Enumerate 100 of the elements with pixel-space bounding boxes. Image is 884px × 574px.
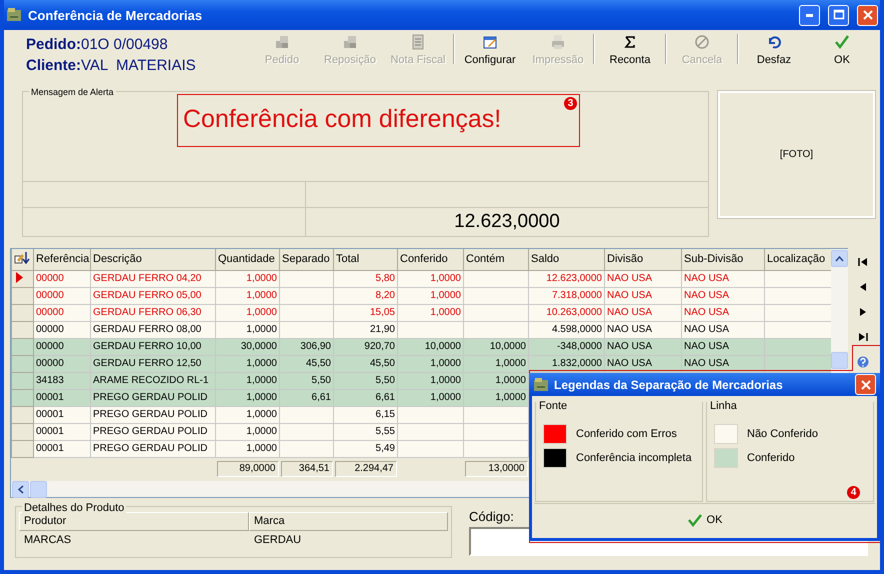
column-header[interactable]: Separado xyxy=(280,249,334,270)
table-cell: PREGO GERDAU POLID xyxy=(90,423,216,440)
table-cell: 1,0000 xyxy=(216,423,280,440)
group-label: Fonte xyxy=(539,400,568,412)
column-header[interactable]: Divisão xyxy=(604,249,682,270)
table-cell: 00000 xyxy=(34,321,90,338)
table-cell: 1,0000 xyxy=(216,440,280,457)
table-cell: NAO USA xyxy=(682,304,764,321)
table-cell: 5,80 xyxy=(334,270,398,287)
table-cell: 1,0000 xyxy=(398,270,464,287)
column-header[interactable]: Contém xyxy=(464,249,528,270)
table-cell: 6,61 xyxy=(334,389,398,406)
table-cell: 1,0000 xyxy=(216,270,280,287)
column-header[interactable]: Sub-Divisão xyxy=(682,249,764,270)
table-cell: 1,0000 xyxy=(216,321,280,338)
table-cell: GERDAU FERRO 12,50 xyxy=(90,355,216,372)
balance-value: 12.623,0000 xyxy=(453,210,561,234)
table-cell: 1,0000 xyxy=(216,355,280,372)
dialog-title: Legendas da Separação de Mercadorias xyxy=(554,378,784,392)
table-cell: NAO USA xyxy=(604,270,682,287)
column-header[interactable]: Referência xyxy=(34,249,90,270)
table-cell: NAO USA xyxy=(682,338,764,355)
legend-label: Não Conferido xyxy=(747,428,818,440)
table-cell: 4.598,0000 xyxy=(528,321,604,338)
table-cell: 1,0000 xyxy=(398,304,464,321)
table-cell: NAO USA xyxy=(604,338,682,355)
order-label: Pedido: xyxy=(26,36,81,53)
window-title: Conferência de Mercadorias xyxy=(28,8,204,22)
table-cell: 00001 xyxy=(34,389,90,406)
table-cell: NAO USA xyxy=(682,270,764,287)
table-cell: 306,90 xyxy=(280,338,334,355)
column-header[interactable]: Marca xyxy=(249,512,448,531)
table-cell: 1,0000 xyxy=(398,389,464,406)
group-label: Mensagem de Alerta xyxy=(29,87,116,97)
table-cell: PREGO GERDAU POLID xyxy=(90,440,216,457)
column-header[interactable]: Saldo xyxy=(528,249,604,270)
table-cell: 5,50 xyxy=(334,372,398,389)
toolbar-button[interactable]: Desfaz xyxy=(740,34,808,70)
toolbar-button[interactable]: OK xyxy=(808,34,876,70)
legend-label: Conferência incompleta xyxy=(576,452,692,464)
photo-label: [FOTO] xyxy=(780,149,814,160)
table-cell: NAO USA xyxy=(604,321,682,338)
toolbar-button[interactable]: Configurar xyxy=(456,34,524,70)
table-cell: GERDAU FERRO 08,00 xyxy=(90,321,216,338)
table-cell: 00000 xyxy=(34,338,90,355)
table-cell: 21,90 xyxy=(334,321,398,338)
callout-badge: 3 xyxy=(564,97,577,110)
table-cell: 10.263,0000 xyxy=(528,304,604,321)
alert-message: Conferência com diferenças! 3 xyxy=(177,94,580,147)
table-cell: 00001 xyxy=(34,406,90,423)
table-cell: 5,49 xyxy=(334,440,398,457)
table-cell: NAO USA xyxy=(604,287,682,304)
table-cell: 1,0000 xyxy=(216,304,280,321)
total-value: 13,0000 xyxy=(464,460,528,477)
table-cell: 45,50 xyxy=(280,355,334,372)
column-header[interactable]: Produtor xyxy=(19,512,249,531)
table-cell: 00000 xyxy=(34,270,90,287)
table-cell: 00001 xyxy=(34,423,90,440)
table-cell: 1,0000 xyxy=(398,372,464,389)
column-header[interactable]: Total xyxy=(334,249,398,270)
table-cell: 920,70 xyxy=(334,338,398,355)
group-label: Linha xyxy=(710,400,737,412)
toolbar-button[interactable]: Reconta xyxy=(596,34,664,70)
total-value: 364,51 xyxy=(280,460,332,477)
table-cell: 6,15 xyxy=(334,406,398,423)
column-header[interactable]: Descrição xyxy=(90,249,216,270)
table-cell: PREGO GERDAU POLID xyxy=(90,389,216,406)
table-cell: 5,55 xyxy=(334,423,398,440)
column-header[interactable]: Quantidade xyxy=(216,249,280,270)
table-cell: GERDAU FERRO 04,20 xyxy=(90,270,216,287)
field-label: Código: xyxy=(469,509,514,524)
ok-button[interactable]: OK xyxy=(682,511,726,529)
table-cell: 00000 xyxy=(34,287,90,304)
callout-badge: 4 xyxy=(847,486,860,499)
table-cell: 34183 xyxy=(34,372,90,389)
table-cell: 30,0000 xyxy=(216,338,280,355)
table-cell: 1,0000 xyxy=(464,389,528,406)
table-cell: 1,0000 xyxy=(216,287,280,304)
total-value: 89,0000 xyxy=(216,460,278,477)
table-cell: 1,0000 xyxy=(398,287,464,304)
table-cell: 1,0000 xyxy=(216,372,280,389)
table-cell: GERDAU FERRO 06,30 xyxy=(90,304,216,321)
column-header[interactable]: Localização xyxy=(764,249,832,270)
table-cell: 5,50 xyxy=(280,372,334,389)
column-header[interactable]: Conferido xyxy=(398,249,464,270)
table-cell: GERDAU FERRO 10,00 xyxy=(90,338,216,355)
table-cell: 00001 xyxy=(34,440,90,457)
table-cell: 12.623,0000 xyxy=(528,270,604,287)
table-cell: 10,0000 xyxy=(464,338,528,355)
client-name: VAL MATERIAIS xyxy=(81,57,196,74)
client-label: Cliente: xyxy=(26,57,82,74)
table-cell: 45,50 xyxy=(334,355,398,372)
total-value: 2.294,47 xyxy=(334,460,396,477)
table-cell: NAO USA xyxy=(682,321,764,338)
table-cell: 1,0000 xyxy=(464,372,528,389)
table-cell: ARAME RECOZIDO RL-1 xyxy=(90,372,216,389)
table-cell: 1,0000 xyxy=(398,355,464,372)
table-cell: GERDAU FERRO 05,00 xyxy=(90,287,216,304)
table-cell: 6,61 xyxy=(280,389,334,406)
table-cell: 00000 xyxy=(34,304,90,321)
